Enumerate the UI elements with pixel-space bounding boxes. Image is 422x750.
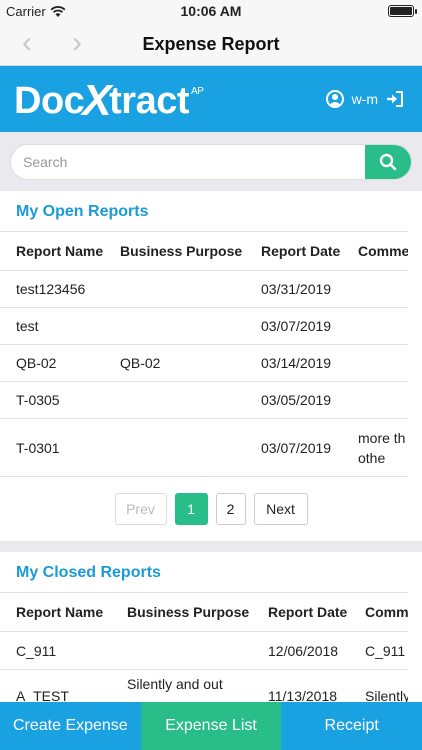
search-area bbox=[0, 132, 422, 190]
app-header: Doc Xtract AP w-m bbox=[0, 66, 422, 132]
bottom-tab-bar: Create Expense Expense List Receipt bbox=[0, 702, 422, 750]
next-page-button[interactable]: Next bbox=[253, 493, 308, 525]
comment-cell: Silently bbox=[365, 688, 408, 702]
user-name: w-m bbox=[351, 91, 378, 107]
closed-reports-table: Report Name Business Purpose Report Date… bbox=[0, 592, 408, 702]
column-header: Report Date bbox=[261, 243, 341, 259]
logout-icon[interactable] bbox=[386, 91, 404, 107]
comment-cell: more th the othe bbox=[358, 429, 408, 466]
doxtract-logo: Doc Xtract AP bbox=[14, 76, 204, 125]
column-header: Comme bbox=[358, 243, 408, 259]
page-title: Expense Report bbox=[142, 34, 280, 54]
report-name-cell: A_TEST bbox=[16, 688, 69, 702]
search-icon bbox=[379, 153, 397, 171]
navigation-bar: ‹ › Expense Report bbox=[0, 22, 422, 66]
report-name-cell: QB-02 bbox=[16, 355, 57, 371]
search-button[interactable] bbox=[365, 145, 411, 179]
tab-receipt[interactable]: Receipt bbox=[281, 702, 422, 750]
business-purpose-cell: QB-02 bbox=[120, 355, 161, 371]
column-header: Report Name bbox=[16, 243, 104, 259]
open-reports-table: Report Name Business Purpose Report Date… bbox=[0, 231, 408, 477]
comment-cell bbox=[358, 308, 408, 344]
closed-reports-card: My Closed Reports Report Name Business P… bbox=[0, 552, 422, 702]
report-date-cell: 03/07/2019 bbox=[261, 439, 332, 456]
report-date-cell: 11/13/2018 bbox=[268, 688, 338, 702]
comment-cell bbox=[358, 271, 408, 307]
column-header: Report Date bbox=[268, 604, 348, 620]
report-date-cell: 03/31/2019 bbox=[261, 281, 332, 297]
open-reports-card: My Open Reports Report Name Business Pur… bbox=[0, 191, 422, 541]
report-date-cell: 12/06/2018 bbox=[268, 642, 339, 659]
table-header-row: Report Name Business Purpose Report Date… bbox=[0, 593, 408, 632]
table-row[interactable]: T-0301 03/07/2019 more th the othe bbox=[0, 419, 408, 477]
column-header: Comm bbox=[365, 604, 408, 620]
page-2-button[interactable]: 2 bbox=[215, 493, 246, 525]
user-icon bbox=[325, 90, 344, 108]
clock: 10:06 AM bbox=[180, 3, 242, 19]
open-reports-title: My Open Reports bbox=[16, 203, 149, 220]
table-row[interactable]: test 03/07/2019 bbox=[0, 308, 408, 345]
report-date-cell: 03/05/2019 bbox=[261, 392, 332, 408]
report-name-cell: test bbox=[16, 318, 39, 334]
prev-page-button[interactable]: Prev bbox=[114, 493, 167, 525]
closed-reports-title: My Closed Reports bbox=[16, 564, 161, 581]
comment-cell bbox=[358, 382, 408, 418]
business-purpose-cell: Silently and out bbox=[127, 675, 223, 692]
user-menu[interactable]: w-m bbox=[325, 90, 404, 108]
table-header-row: Report Name Business Purpose Report Date… bbox=[0, 232, 408, 271]
comment-cell bbox=[358, 345, 408, 381]
report-name-cell: T-0305 bbox=[16, 392, 60, 408]
report-name-cell: C_911 bbox=[16, 642, 57, 659]
pagination: Prev 1 2 Next bbox=[0, 493, 422, 525]
table-row[interactable]: A_TEST Silently and out 11/13/2018 Silen… bbox=[0, 670, 408, 703]
table-row[interactable]: test123456 03/31/2019 bbox=[0, 271, 408, 308]
column-header: Business Purpose bbox=[120, 243, 243, 259]
report-name-cell: T-0301 bbox=[16, 439, 60, 456]
battery-icon bbox=[388, 5, 417, 17]
report-date-cell: 03/07/2019 bbox=[261, 318, 332, 334]
search-input[interactable] bbox=[11, 145, 367, 179]
tab-expense-list[interactable]: Expense List bbox=[140, 702, 282, 750]
table-row[interactable]: QB-02 QB-02 03/14/2019 bbox=[0, 345, 408, 382]
table-row[interactable]: T-0305 03/05/2019 bbox=[0, 382, 408, 419]
status-bar: Carrier 10:06 AM bbox=[0, 0, 422, 22]
comment-cell: C_911 bbox=[365, 642, 406, 659]
report-name-cell: test123456 bbox=[16, 281, 86, 297]
tab-create-expense[interactable]: Create Expense bbox=[0, 702, 141, 750]
report-date-cell: 03/14/2019 bbox=[261, 355, 332, 371]
column-header: Business Purpose bbox=[127, 604, 250, 620]
search-bar bbox=[10, 144, 412, 180]
page-1-button[interactable]: 1 bbox=[174, 493, 208, 525]
column-header: Report Name bbox=[16, 604, 104, 620]
